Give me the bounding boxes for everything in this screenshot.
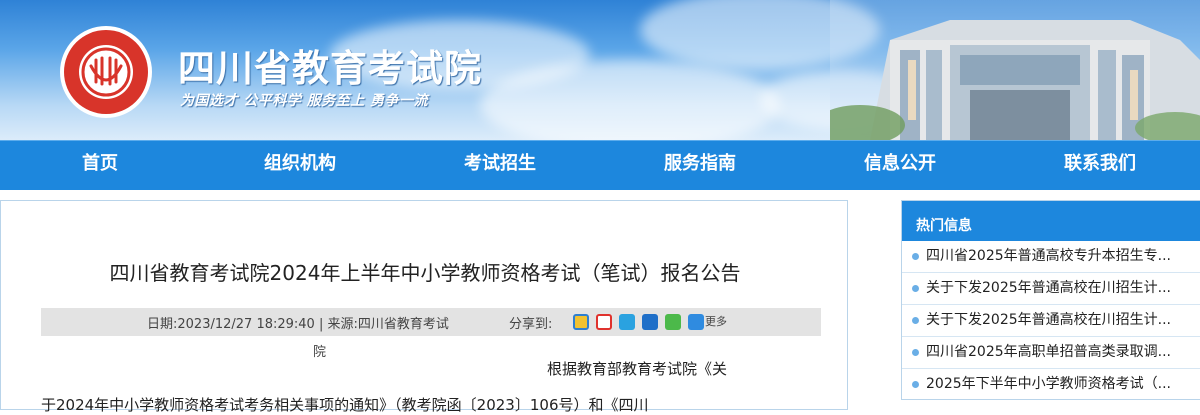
hot-info-item[interactable]: 2025年下半年中小学教师资格考试（...	[902, 369, 1200, 399]
hot-info-item-label: 四川省2025年高职单招普高类录取调...	[926, 344, 1171, 360]
hot-info-item[interactable]: 四川省2025年高职单招普高类录取调...	[902, 337, 1200, 369]
share-more-link[interactable]: 更多	[705, 313, 727, 329]
hot-info-item-label: 关于下发2025年普通高校在川招生计...	[926, 312, 1171, 328]
more-share-icon[interactable]	[688, 314, 704, 330]
wechat-icon[interactable]	[665, 314, 681, 330]
hot-info-item-label: 四川省2025年普通高校专升本招生专...	[926, 248, 1171, 264]
hot-info-item[interactable]: 关于下发2025年普通高校在川招生计...	[902, 305, 1200, 337]
article-title: 四川省教育考试院2024年上半年中小学教师资格考试（笔试）报名公告	[109, 261, 741, 285]
nav-item-organization[interactable]: 组织机构	[200, 141, 400, 190]
weibo-icon[interactable]	[596, 314, 612, 330]
bullet-icon	[912, 317, 919, 324]
article-source-wrap: 院	[313, 345, 327, 360]
bullet-icon	[912, 285, 919, 292]
hot-info-item-label: 2025年下半年中小学教师资格考试（...	[926, 376, 1171, 392]
renren-icon[interactable]	[642, 314, 658, 330]
nav-item-home[interactable]: 首页	[0, 141, 200, 190]
hot-info-panel: 热门信息 四川省2025年普通高校专升本招生专... 关于下发2025年普通高校…	[901, 200, 1200, 400]
site-title: 四川省教育考试院	[178, 47, 482, 90]
article-body-line: 于2024年中小学教师资格考试考务相关事项的通知》（教考院函〔2023〕106号…	[41, 396, 649, 414]
hot-info-item[interactable]: 关于下发2025年普通高校在川招生计...	[902, 273, 1200, 305]
article-date-source: 日期:2023/12/27 18:29:40 | 来源:四川省教育考试	[147, 317, 449, 332]
site-motto: 为国选才 公平科学 服务至上 勇争一流	[180, 93, 429, 109]
main-nav: 首页 组织机构 考试招生 服务指南 信息公开 联系我们	[0, 140, 1200, 190]
hot-info-header: 热门信息	[902, 201, 1200, 241]
nav-item-exam-enrollment[interactable]: 考试招生	[400, 141, 600, 190]
article-body-line: 根据教育部教育考试院《关	[547, 360, 728, 378]
nav-item-info-disclosure[interactable]: 信息公开	[800, 141, 1000, 190]
article-meta-bar: 日期:2023/12/27 18:29:40 | 来源:四川省教育考试 分享到:…	[41, 308, 821, 336]
nav-item-service-guide[interactable]: 服务指南	[600, 141, 800, 190]
tencent-weibo-icon[interactable]	[619, 314, 635, 330]
hot-info-item[interactable]: 四川省2025年普通高校专升本招生专...	[902, 241, 1200, 273]
sichuan-education-exam-seal-icon	[60, 26, 152, 118]
nav-item-contact-us[interactable]: 联系我们	[1000, 141, 1200, 190]
hot-info-item-label: 关于下发2025年普通高校在川招生计...	[926, 280, 1171, 296]
share-label: 分享到:	[509, 317, 553, 332]
bullet-icon	[912, 349, 919, 356]
bullet-icon	[912, 381, 919, 388]
qzone-icon[interactable]	[573, 314, 589, 330]
exam-building-image	[830, 0, 1200, 140]
bullet-icon	[912, 253, 919, 260]
header-banner: 四川省教育考试院 为国选才 公平科学 服务至上 勇争一流	[0, 0, 1200, 140]
article-panel: 四川省教育考试院2024年上半年中小学教师资格考试（笔试）报名公告 日期:202…	[0, 200, 848, 414]
